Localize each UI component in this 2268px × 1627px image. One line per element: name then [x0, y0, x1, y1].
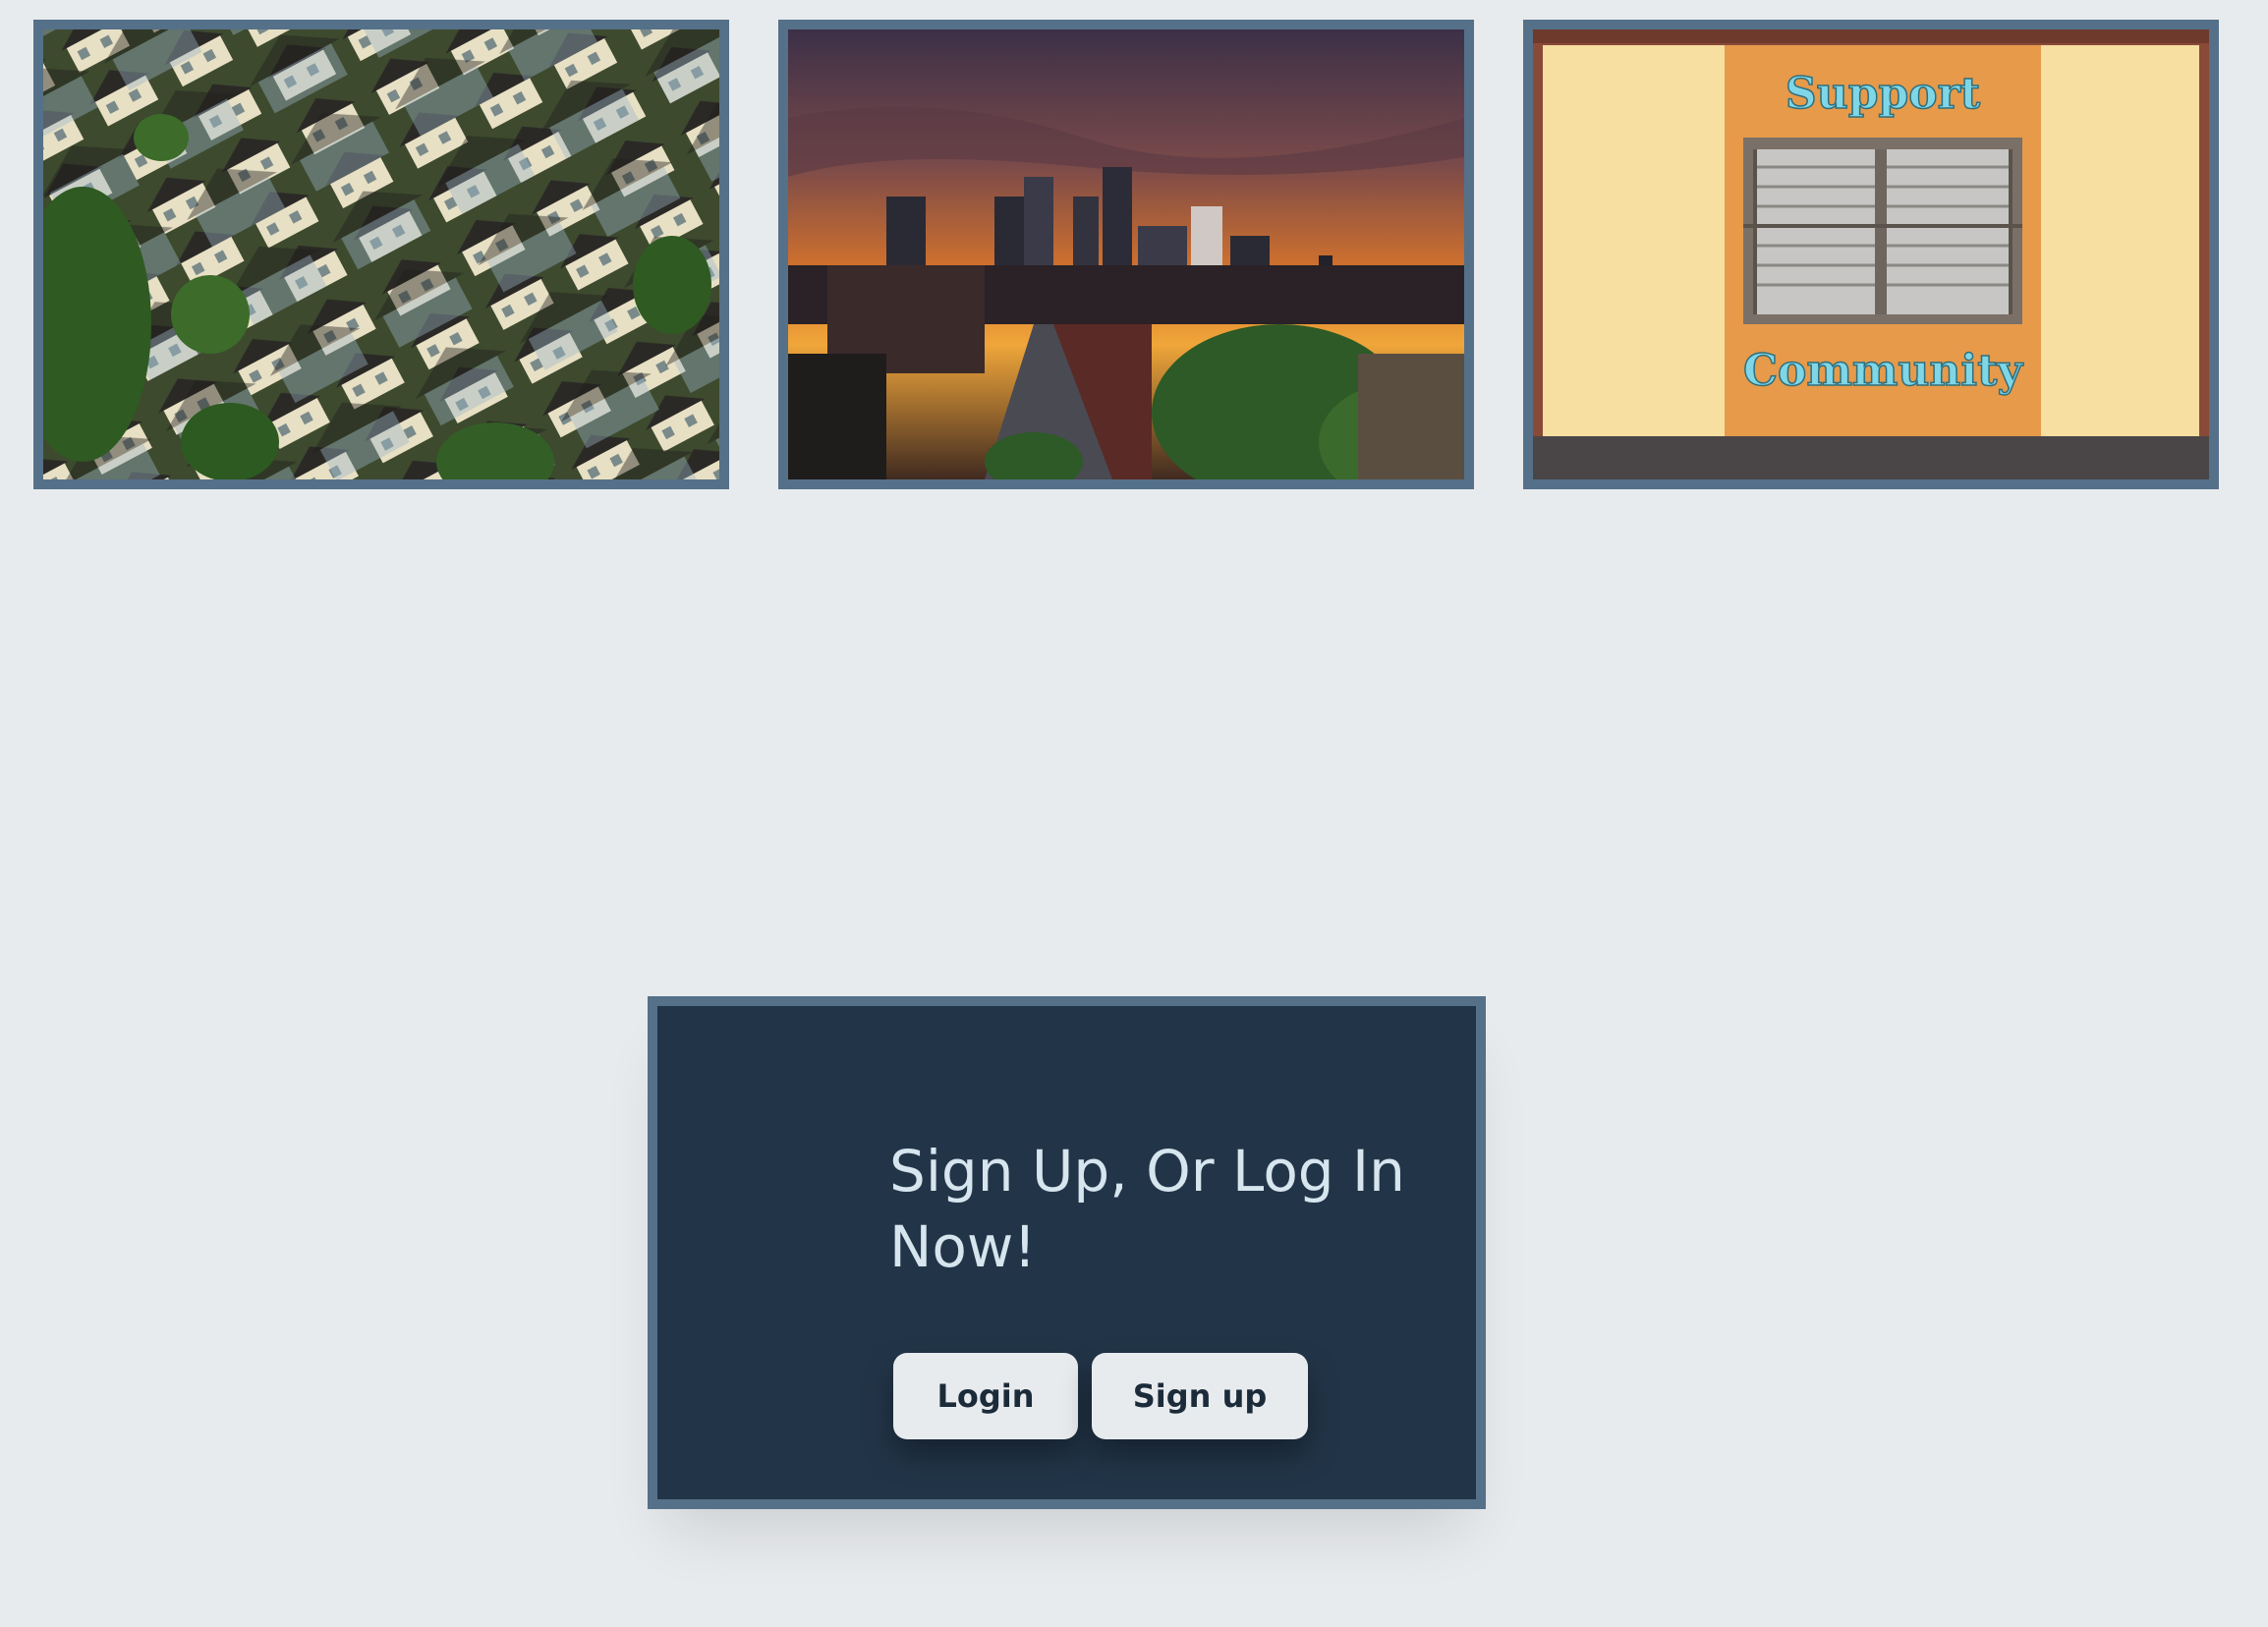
community-photo: Support Community [1533, 29, 2209, 479]
cta-panel: Sign Up, Or Log In Now! Login Sign up [648, 996, 1486, 1509]
gallery-image-houses [33, 20, 729, 489]
gallery-image-community: Support Community [1523, 20, 2219, 489]
signup-button[interactable]: Sign up [1092, 1353, 1308, 1439]
sign-text-support: Support [1786, 69, 1981, 119]
sign-text-community: Community [1743, 346, 2024, 396]
skyline-photo [788, 29, 1464, 479]
houses-photo [43, 29, 719, 479]
cta-title: Sign Up, Or Log In Now! [889, 1138, 1405, 1280]
gallery-image-skyline [778, 20, 1474, 489]
login-button[interactable]: Login [893, 1353, 1078, 1439]
